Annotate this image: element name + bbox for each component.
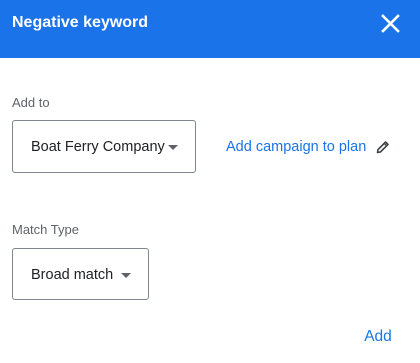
dialog-title: Negative keyword xyxy=(12,14,149,31)
dropdown-arrow-icon xyxy=(121,273,131,278)
campaign-select-value: Boat Ferry Company xyxy=(31,139,165,155)
close-icon xyxy=(381,14,400,33)
match-type-label: Match Type xyxy=(12,222,79,237)
match-type-select[interactable]: Broad match xyxy=(12,248,149,300)
dialog-header: Negative keyword xyxy=(0,0,420,58)
close-button[interactable] xyxy=(376,9,406,39)
add-button[interactable]: Add xyxy=(356,327,400,349)
add-campaign-to-plan-label: Add campaign to plan xyxy=(226,139,367,155)
campaign-select[interactable]: Boat Ferry Company xyxy=(12,120,196,173)
add-to-label: Add to xyxy=(12,95,50,110)
dropdown-arrow-icon xyxy=(168,145,178,150)
match-type-select-value: Broad match xyxy=(31,267,114,283)
negative-keyword-dialog: Negative keyword Add to Boat Ferry Compa… xyxy=(0,0,420,363)
pencil-icon[interactable] xyxy=(375,139,391,155)
